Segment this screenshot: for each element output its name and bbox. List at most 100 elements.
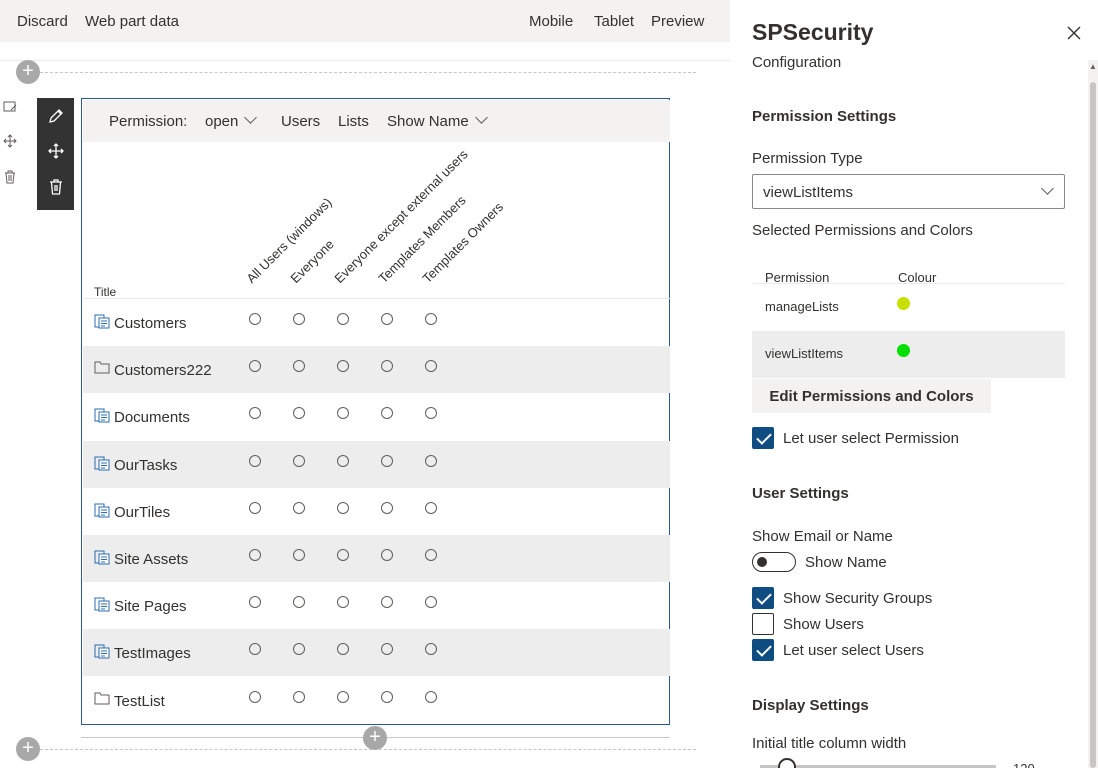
permission-indicator[interactable] — [381, 501, 393, 514]
list-icon — [94, 361, 110, 375]
title-width-slider-thumb[interactable] — [778, 758, 796, 768]
permission-indicator[interactable] — [337, 596, 349, 609]
permission-indicator[interactable] — [381, 360, 393, 373]
list-title-link[interactable]: Documents — [114, 409, 190, 426]
permission-indicator[interactable] — [425, 360, 437, 373]
color-swatch[interactable] — [897, 297, 910, 310]
list-title-link[interactable]: OurTasks — [114, 457, 177, 474]
permission-indicator[interactable] — [293, 313, 305, 325]
tablet-button[interactable]: Tablet — [594, 13, 634, 30]
permission-indicator[interactable] — [249, 643, 261, 656]
show-email-or-name-label: Show Email or Name — [752, 528, 893, 545]
web-part-data-button[interactable]: Web part data — [85, 13, 179, 30]
mobile-button[interactable]: Mobile — [529, 13, 573, 30]
permission-indicator[interactable] — [249, 454, 261, 467]
permission-indicator[interactable] — [381, 596, 393, 609]
permission-indicator[interactable] — [425, 501, 437, 514]
permission-indicator[interactable] — [381, 549, 393, 561]
permission-indicator[interactable] — [337, 407, 349, 420]
list-title-link[interactable]: Customers — [114, 315, 187, 332]
permission-type-dropdown[interactable]: viewListItems — [752, 174, 1065, 209]
permission-indicator[interactable] — [381, 313, 393, 325]
table-row: TestImages — [83, 629, 670, 677]
list-title-link[interactable]: Site Pages — [114, 598, 187, 615]
permission-indicator[interactable] — [381, 643, 393, 656]
permission-indicator[interactable] — [249, 596, 261, 609]
show-email-or-name-toggle[interactable] — [752, 552, 796, 572]
table-row: Site Assets — [83, 535, 670, 582]
let-user-select-permission-checkbox[interactable] — [752, 427, 774, 449]
show-security-groups-checkbox[interactable] — [752, 587, 774, 609]
permission-indicator[interactable] — [337, 690, 349, 703]
list-title-link[interactable]: OurTiles — [114, 504, 170, 521]
delete-section-icon[interactable] — [2, 170, 18, 186]
add-section-bottom-button[interactable]: + — [16, 737, 40, 761]
close-pane-button[interactable] — [1064, 23, 1084, 43]
let-user-select-users-checkbox[interactable] — [752, 639, 774, 661]
chevron-down-icon — [1041, 182, 1054, 195]
permission-indicator[interactable] — [293, 690, 305, 703]
permission-indicator[interactable] — [249, 549, 261, 561]
close-icon — [1067, 26, 1081, 40]
show-users-checkbox[interactable] — [752, 613, 774, 635]
add-section-top-button[interactable]: + — [16, 60, 40, 84]
add-webpart-button[interactable]: + — [363, 726, 387, 750]
list-title-link[interactable]: Customers222 — [114, 362, 212, 379]
permission-indicator[interactable] — [293, 454, 305, 467]
permission-indicator[interactable] — [337, 643, 349, 656]
scrollbar-thumb[interactable] — [1090, 82, 1096, 768]
permission-indicator[interactable] — [425, 643, 437, 656]
pane-scrollbar[interactable]: ▲ — [1088, 60, 1098, 768]
permission-indicator[interactable] — [293, 596, 305, 609]
permission-indicator[interactable] — [293, 549, 305, 561]
permission-indicator[interactable] — [249, 313, 261, 325]
permission-indicator[interactable] — [293, 360, 305, 373]
permission-indicator[interactable] — [293, 501, 305, 514]
preview-button[interactable]: Preview — [651, 13, 704, 30]
permission-indicator[interactable] — [337, 501, 349, 514]
permission-color-row[interactable]: viewListItems — [752, 331, 1065, 378]
list-title-link[interactable]: Site Assets — [114, 551, 188, 568]
permission-indicator[interactable] — [337, 454, 349, 467]
permission-indicator[interactable] — [249, 360, 261, 373]
permission-indicator[interactable] — [381, 454, 393, 467]
permission-indicator[interactable] — [425, 549, 437, 561]
color-swatch[interactable] — [897, 344, 910, 357]
delete-webpart-trash-icon[interactable] — [43, 175, 69, 199]
permission-dropdown[interactable]: open — [205, 111, 258, 130]
column-header: Templates Owners — [419, 199, 507, 286]
list-title-link[interactable]: TestImages — [114, 645, 191, 662]
users-link[interactable]: Users — [281, 113, 320, 130]
edit-webpart-pencil-icon[interactable] — [43, 104, 69, 128]
permission-indicator[interactable] — [381, 407, 393, 420]
permission-indicator[interactable] — [293, 407, 305, 420]
selected-permissions-label: Selected Permissions and Colors — [752, 222, 973, 239]
edit-permissions-colors-button[interactable]: Edit Permissions and Colors — [752, 379, 991, 413]
scroll-up-arrow-icon[interactable]: ▲ — [1089, 62, 1097, 71]
permission-indicator[interactable] — [425, 596, 437, 609]
permission-indicator[interactable] — [249, 407, 261, 420]
permission-dropdown-value: open — [205, 113, 239, 130]
permission-indicator[interactable] — [249, 501, 261, 514]
list-title-link[interactable]: TestList — [114, 693, 165, 710]
permission-indicator[interactable] — [337, 549, 349, 561]
permission-indicator[interactable] — [293, 643, 305, 656]
move-section-icon[interactable] — [2, 134, 18, 150]
permission-indicator[interactable] — [425, 407, 437, 420]
move-webpart-icon[interactable] — [43, 139, 69, 163]
pane-subtitle: Configuration — [752, 54, 842, 70]
lists-link[interactable]: Lists — [338, 113, 369, 130]
discard-button[interactable]: Discard — [17, 13, 68, 30]
permission-indicator[interactable] — [337, 360, 349, 373]
permission-settings-header: Permission Settings — [752, 108, 897, 125]
permission-indicator[interactable] — [425, 454, 437, 467]
show-name-dropdown[interactable]: Show Name — [387, 111, 488, 130]
permission-indicator[interactable] — [337, 313, 349, 325]
permission-color-row[interactable]: manageLists — [752, 284, 1065, 331]
permission-indicator[interactable] — [425, 313, 437, 325]
spsecurity-webpart[interactable]: Permission: open Users Lists Show Name A… — [81, 98, 670, 725]
permission-indicator[interactable] — [425, 690, 437, 703]
permission-indicator[interactable] — [249, 690, 261, 703]
permission-indicator[interactable] — [381, 690, 393, 703]
edit-section-icon[interactable] — [2, 100, 18, 116]
